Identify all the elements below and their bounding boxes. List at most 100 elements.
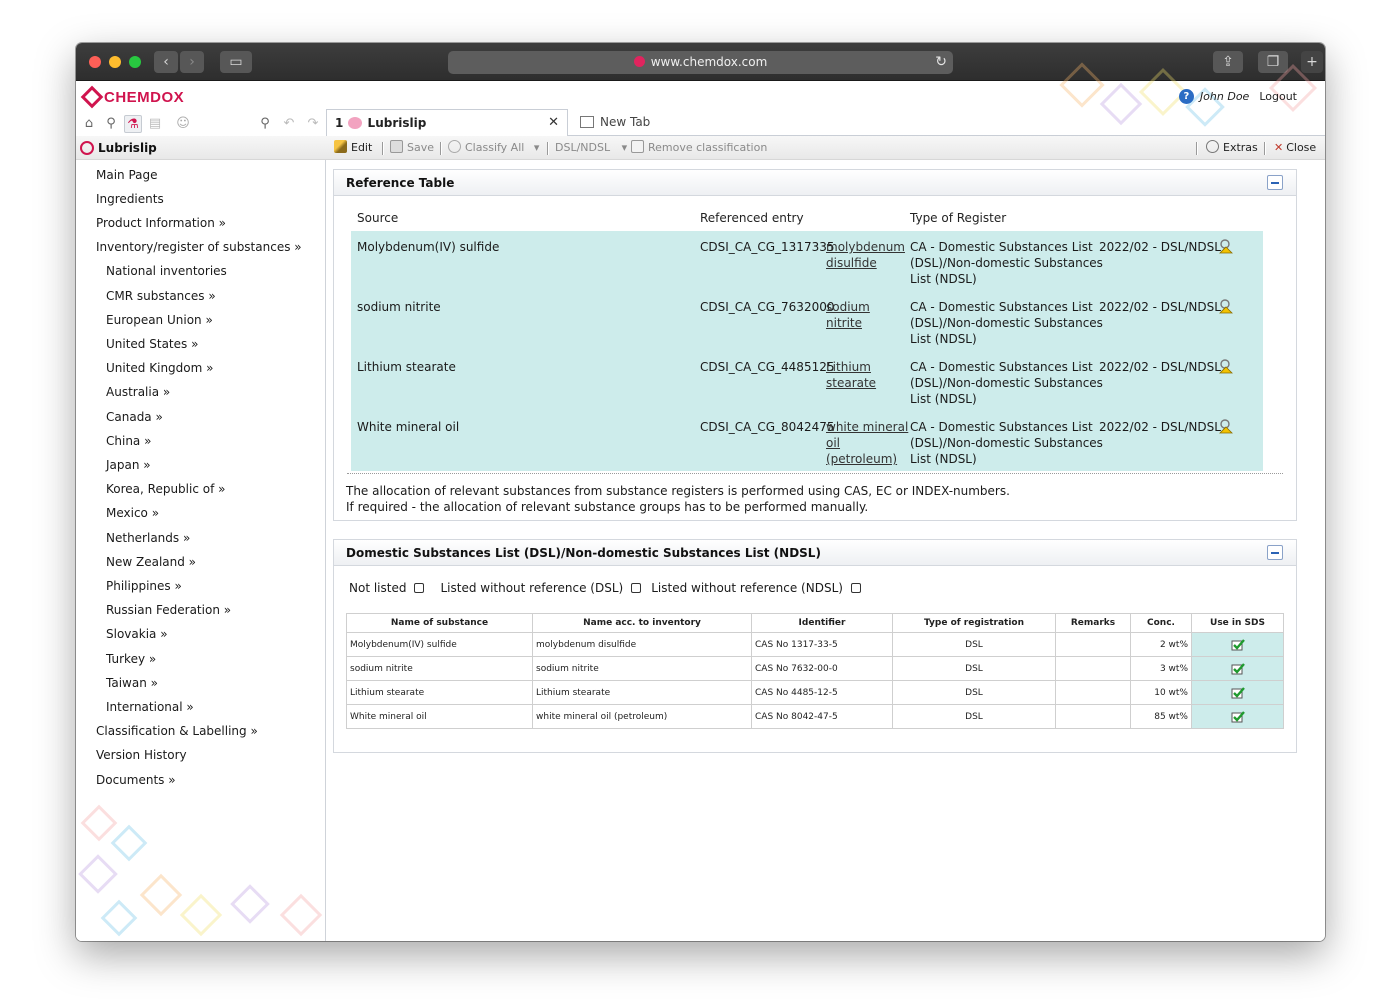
table-row[interactable]: Lithium stearate Lithium stearate CAS No… <box>346 680 1284 705</box>
warning-icon[interactable] <box>1219 359 1233 374</box>
undo-icon[interactable]: ↶ <box>280 115 298 133</box>
window-minimize-button[interactable] <box>109 56 121 68</box>
sidebar-item-australia[interactable]: Australia » <box>106 385 170 399</box>
tab-lubrislip[interactable]: 1 Lubrislip ✕ <box>326 109 568 137</box>
dsl-ndsl-button[interactable]: DSL/NDSL ▾ <box>555 136 627 160</box>
register-line: CA - Domestic Substances List <box>910 300 1093 314</box>
sidebar-item-classification-labelling[interactable]: Classification & Labelling » <box>96 724 258 738</box>
inventory-name-cell: molybdenum disulfide <box>532 632 752 657</box>
new-tab-button[interactable]: + <box>1301 51 1323 73</box>
concentration-cell: 2 wt% <box>1130 632 1192 657</box>
sidebar-item-netherlands[interactable]: Netherlands » <box>106 531 190 545</box>
sidebar-toggle-button[interactable]: ▭ <box>220 51 252 73</box>
tabs-overview-button[interactable]: ❐ <box>1258 51 1288 73</box>
identifier-cell: CAS No 4485-12-5 <box>751 680 893 705</box>
table-row[interactable]: Molybdenum(IV) sulfide molybdenum disulf… <box>346 632 1284 657</box>
tab-label: Lubrislip <box>367 116 427 130</box>
entry-link[interactable]: molybdenum disulfide <box>826 239 905 271</box>
redo-icon[interactable]: ↷ <box>304 115 322 133</box>
sidebar-item-inventory[interactable]: Inventory/register of substances » <box>96 240 302 254</box>
register-line: (DSL)/Non-domestic Substances <box>910 256 1103 270</box>
chemdox-logo[interactable]: CHEMDOX <box>80 85 184 109</box>
use-in-sds-cell[interactable] <box>1191 632 1284 657</box>
register-line: (DSL)/Non-domestic Substances <box>910 436 1103 450</box>
close-button[interactable]: ✕ Close <box>1274 136 1316 160</box>
entry-id-cell: CDSI_CA_CG_8042475 <box>700 420 835 434</box>
entry-link[interactable]: Lithium stearate <box>826 359 876 391</box>
warning-icon[interactable] <box>1219 299 1233 314</box>
sidebar-item-national-inventories[interactable]: National inventories <box>106 264 227 278</box>
entry-link[interactable]: sodium nitrite <box>826 299 870 331</box>
sidebar-item-international[interactable]: International » <box>106 700 194 714</box>
window-close-button[interactable] <box>89 56 101 68</box>
sidebar-item-version-history[interactable]: Version History <box>96 748 187 762</box>
checkbox-label-not-listed: Not listed <box>349 581 407 595</box>
checkbox-listed-without-reference-dsl[interactable] <box>631 583 642 593</box>
sidebar-item-china[interactable]: China » <box>106 434 151 448</box>
sidebar-item-turkey[interactable]: Turkey » <box>106 652 156 666</box>
extras-button[interactable]: Extras <box>1206 136 1258 160</box>
sidebar-item-mexico[interactable]: Mexico » <box>106 506 159 520</box>
table-row: Lithium stearate CDSI_CA_CG_4485125 Lith… <box>351 351 1263 411</box>
sidebar-item-korea[interactable]: Korea, Republic of » <box>106 482 225 496</box>
sidebar-item-new-zealand[interactable]: New Zealand » <box>106 555 196 569</box>
register-line: CA - Domestic Substances List <box>910 240 1093 254</box>
tab-new-tab[interactable]: New Tab <box>572 109 692 137</box>
entry-link[interactable]: white mineral oil (petroleum) <box>826 419 908 467</box>
window-maximize-button[interactable] <box>129 56 141 68</box>
sidebar-item-documents[interactable]: Documents » <box>96 773 176 787</box>
sidebar-item-philippines[interactable]: Philippines » <box>106 579 182 593</box>
checkbox-not-listed[interactable] <box>414 583 425 593</box>
find-icon[interactable]: ⚲ <box>256 115 274 133</box>
search-icon[interactable]: ⚲ <box>102 115 120 133</box>
collapse-button[interactable] <box>1267 175 1283 190</box>
close-label: Close <box>1286 141 1317 154</box>
sidebar-item-slovakia[interactable]: Slovakia » <box>106 627 168 641</box>
sidebar-item-ingredients[interactable]: Ingredients <box>96 192 164 206</box>
collapse-button[interactable] <box>1267 545 1283 560</box>
sidebar-item-cmr-substances[interactable]: CMR substances » <box>106 289 216 303</box>
remove-classification-button[interactable]: Remove classification <box>631 136 767 160</box>
forward-button[interactable]: › <box>180 51 204 73</box>
home-icon[interactable]: ⌂ <box>80 115 98 133</box>
identifier-cell: CAS No 7632-00-0 <box>751 656 893 681</box>
table-row[interactable]: sodium nitrite sodium nitrite CAS No 763… <box>346 656 1284 681</box>
checkbox-listed-without-reference-ndsl[interactable] <box>850 583 861 593</box>
reload-icon[interactable]: ↻ <box>935 51 947 74</box>
sidebar-item-russian-federation[interactable]: Russian Federation » <box>106 603 231 617</box>
close-icon[interactable]: ✕ <box>548 110 559 136</box>
sidebar-item-united-kingdom[interactable]: United Kingdom » <box>106 361 213 375</box>
sidebar-item-japan[interactable]: Japan » <box>106 458 151 472</box>
logout-link[interactable]: Logout <box>1259 90 1297 103</box>
dropdown-arrow-icon: ▾ <box>533 141 540 154</box>
users-icon[interactable]: ☺ <box>174 115 192 133</box>
decorative-pattern-icon <box>179 893 223 937</box>
use-in-sds-cell[interactable] <box>1191 656 1284 681</box>
toolbar-divider <box>1196 142 1198 155</box>
toolbar-divider <box>440 142 442 155</box>
logo-icon <box>80 85 104 109</box>
share-button[interactable]: ⇪ <box>1213 51 1243 73</box>
back-button[interactable]: ‹ <box>154 51 178 73</box>
products-icon[interactable]: ⚗ <box>124 115 142 133</box>
sidebar-item-product-information[interactable]: Product Information » <box>96 216 226 230</box>
sidebar-item-canada[interactable]: Canada » <box>106 410 163 424</box>
register-cell: CA - Domestic Substances List (DSL)/Non-d… <box>910 239 1103 287</box>
warning-icon[interactable] <box>1219 419 1233 434</box>
help-icon[interactable]: ? <box>1178 89 1194 104</box>
table-row[interactable]: White mineral oil white mineral oil (pet… <box>346 704 1284 729</box>
sidebar-item-main-page[interactable]: Main Page <box>96 168 158 182</box>
address-bar[interactable]: www.chemdox.com ↻ <box>448 51 953 74</box>
sidebar-item-united-states[interactable]: United States » <box>106 337 198 351</box>
document-icon[interactable]: ▤ <box>146 115 164 133</box>
sidebar-nav: Main Page Ingredients Product Informatio… <box>76 160 326 941</box>
use-in-sds-cell[interactable] <box>1191 704 1284 729</box>
warning-icon[interactable] <box>1219 239 1233 254</box>
save-button[interactable]: Save <box>390 136 434 160</box>
sidebar-item-european-union[interactable]: European Union » <box>106 313 213 327</box>
sidebar-item-taiwan[interactable]: Taiwan » <box>106 676 158 690</box>
edit-button[interactable]: Edit <box>334 136 372 160</box>
browser-window: ‹ › ▭ www.chemdox.com ↻ ⇪ ❐ + CHEMDOX ? … <box>76 43 1325 941</box>
classify-all-button[interactable]: Classify All ▾ <box>448 136 539 160</box>
use-in-sds-cell[interactable] <box>1191 680 1284 705</box>
